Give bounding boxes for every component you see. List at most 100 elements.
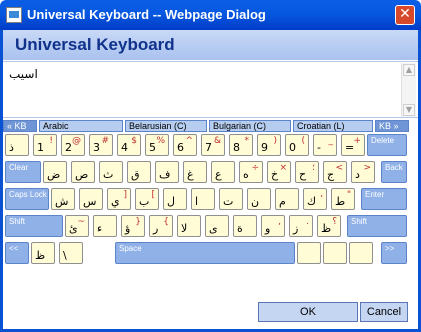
layout-belarusian[interactable]: Belarusian (C) xyxy=(125,120,207,132)
key-r2-5[interactable]: ا xyxy=(191,188,215,210)
key-label: Back xyxy=(385,163,403,172)
key-r0-5[interactable]: 5% xyxy=(145,134,169,156)
key-r3-0[interactable]: ئ ~ xyxy=(65,215,89,237)
shift-left-key[interactable]: Shift xyxy=(5,215,63,237)
clear-key[interactable]: Clear xyxy=(5,161,41,183)
key-label: 8 xyxy=(233,141,240,154)
key-r2-7[interactable]: ن xyxy=(247,188,271,210)
key-shift-label: $ xyxy=(131,136,137,146)
layout-croatian[interactable]: Croatian (L) xyxy=(293,120,373,132)
window-icon xyxy=(6,7,22,23)
key-label: ل xyxy=(167,195,175,208)
key-label: ؤ xyxy=(125,222,131,235)
cancel-button[interactable]: Cancel xyxy=(360,302,408,322)
key-shift-label: ^ xyxy=(185,136,193,146)
key-r2-4[interactable]: ل xyxy=(163,188,187,210)
layout-bulgarian[interactable]: Bulgarian (C) xyxy=(209,120,291,132)
enter-key[interactable]: Enter xyxy=(361,188,407,210)
key-r3-4[interactable]: لا xyxy=(177,215,201,237)
key-r1-8[interactable]: خ × xyxy=(267,161,291,183)
key-label: Caps Lock xyxy=(9,190,47,199)
scroll-down-icon[interactable]: ▼ xyxy=(403,104,415,116)
key-r0-9[interactable]: 9) xyxy=(257,134,281,156)
prev-layouts-button[interactable]: « KB xyxy=(3,120,37,132)
key-shift-label: ؟ xyxy=(332,217,337,227)
key-r1-5[interactable]: غ xyxy=(183,161,207,183)
key-r1-10[interactable]: ج < xyxy=(323,161,347,183)
key-label: Delete xyxy=(371,136,395,145)
key-shift-label: . xyxy=(306,217,309,227)
key-r0-8[interactable]: 8 * xyxy=(229,134,253,156)
key-r0-1[interactable]: 1! xyxy=(33,134,57,156)
key-label: ظ xyxy=(35,249,46,262)
key-r2-9[interactable]: ك ، xyxy=(303,188,327,210)
key-r0-7[interactable]: 7 & xyxy=(201,134,225,156)
key-r1-6[interactable]: ع xyxy=(211,161,235,183)
key-r3-7[interactable]: و, xyxy=(261,215,285,237)
key-r3-2[interactable]: ؤ} xyxy=(121,215,145,237)
key-r3-1[interactable]: ء xyxy=(93,215,117,237)
key-label: 7 xyxy=(205,141,212,154)
close-icon[interactable]: ✕ xyxy=(395,5,415,25)
key-r2-10[interactable]: ط " xyxy=(331,188,355,210)
key-r2-6[interactable]: ت xyxy=(219,188,243,210)
vertical-scrollbar[interactable]: ▲ ▼ xyxy=(401,63,416,117)
key-r0-12[interactable]: = + xyxy=(341,134,365,156)
key-r4-0[interactable]: ظ xyxy=(31,242,55,264)
key-r3-6[interactable]: ة xyxy=(233,215,257,237)
key-label: ب xyxy=(139,195,150,208)
key-label: ه xyxy=(243,168,249,181)
space-key[interactable]: Space xyxy=(115,242,295,264)
key-r3-3[interactable]: ر{ xyxy=(149,215,173,237)
key-r2-2[interactable]: ي] xyxy=(107,188,131,210)
key-r0-6[interactable]: 6 ^ xyxy=(173,134,197,156)
key-r1-2[interactable]: ث xyxy=(99,161,123,183)
key-r2-8[interactable]: م xyxy=(275,188,299,210)
key-label: ت xyxy=(223,195,234,208)
key-r1-7[interactable]: ه ÷ xyxy=(239,161,263,183)
scroll-up-icon[interactable]: ▲ xyxy=(403,64,415,76)
key-r3-8[interactable]: ز. xyxy=(289,215,313,237)
key-shift-label: ÷ xyxy=(251,163,259,173)
next-page-key[interactable]: >> xyxy=(381,242,407,264)
key-r1-3[interactable]: ق xyxy=(127,161,151,183)
key-label: خ xyxy=(271,168,279,181)
key-r0-4[interactable]: 4 $ xyxy=(117,134,141,156)
key-r0-0[interactable]: ذ xyxy=(5,134,29,156)
key-label: 1 xyxy=(37,141,44,154)
key-r2-1[interactable]: س xyxy=(79,188,103,210)
key-label: ذ xyxy=(9,141,14,154)
layout-arabic[interactable]: Arabic xyxy=(39,120,123,132)
key-shift-label: ؛ xyxy=(312,163,315,173)
key-r0-10[interactable]: 0( xyxy=(285,134,309,156)
key-r2-0[interactable]: ش xyxy=(51,188,75,210)
key-label: ق xyxy=(131,168,140,181)
key-r3-9[interactable]: ظ ؟ xyxy=(317,215,341,237)
next-layouts-button[interactable]: KB » xyxy=(375,120,409,132)
key-r4-1[interactable]: \ xyxy=(59,242,83,264)
key-r4-x2[interactable] xyxy=(323,242,347,264)
key-r3-5[interactable]: ى xyxy=(205,215,229,237)
prev-page-key[interactable]: << xyxy=(5,242,29,264)
text-input-area[interactable]: اسيب ▲ ▼ xyxy=(3,61,418,118)
key-r4-x1[interactable] xyxy=(297,242,321,264)
ok-button[interactable]: OK xyxy=(258,302,358,322)
key-r1-11[interactable]: د > xyxy=(351,161,375,183)
back-key[interactable]: Back xyxy=(381,161,407,183)
key-r1-4[interactable]: ف xyxy=(155,161,179,183)
key-r0-11[interactable]: - _ xyxy=(313,134,337,156)
key-shift-label: > xyxy=(363,163,371,173)
delete-key[interactable]: Delete xyxy=(367,134,407,156)
key-r0-3[interactable]: 3 # xyxy=(89,134,113,156)
key-r1-0[interactable]: ض xyxy=(43,161,67,183)
key-r1-1[interactable]: ص xyxy=(71,161,95,183)
key-r2-3[interactable]: ب[ xyxy=(135,188,159,210)
key-r4-x3[interactable] xyxy=(349,242,373,264)
shift-right-key[interactable]: Shift xyxy=(347,215,407,237)
key-label: س xyxy=(83,195,97,208)
key-r1-9[interactable]: ح ؛ xyxy=(295,161,319,183)
key-label: ع xyxy=(215,168,222,181)
key-shift-label: [ xyxy=(151,190,155,200)
caps-lock-key[interactable]: Caps Lock xyxy=(5,188,49,210)
key-r0-2[interactable]: 2 @ xyxy=(61,134,85,156)
